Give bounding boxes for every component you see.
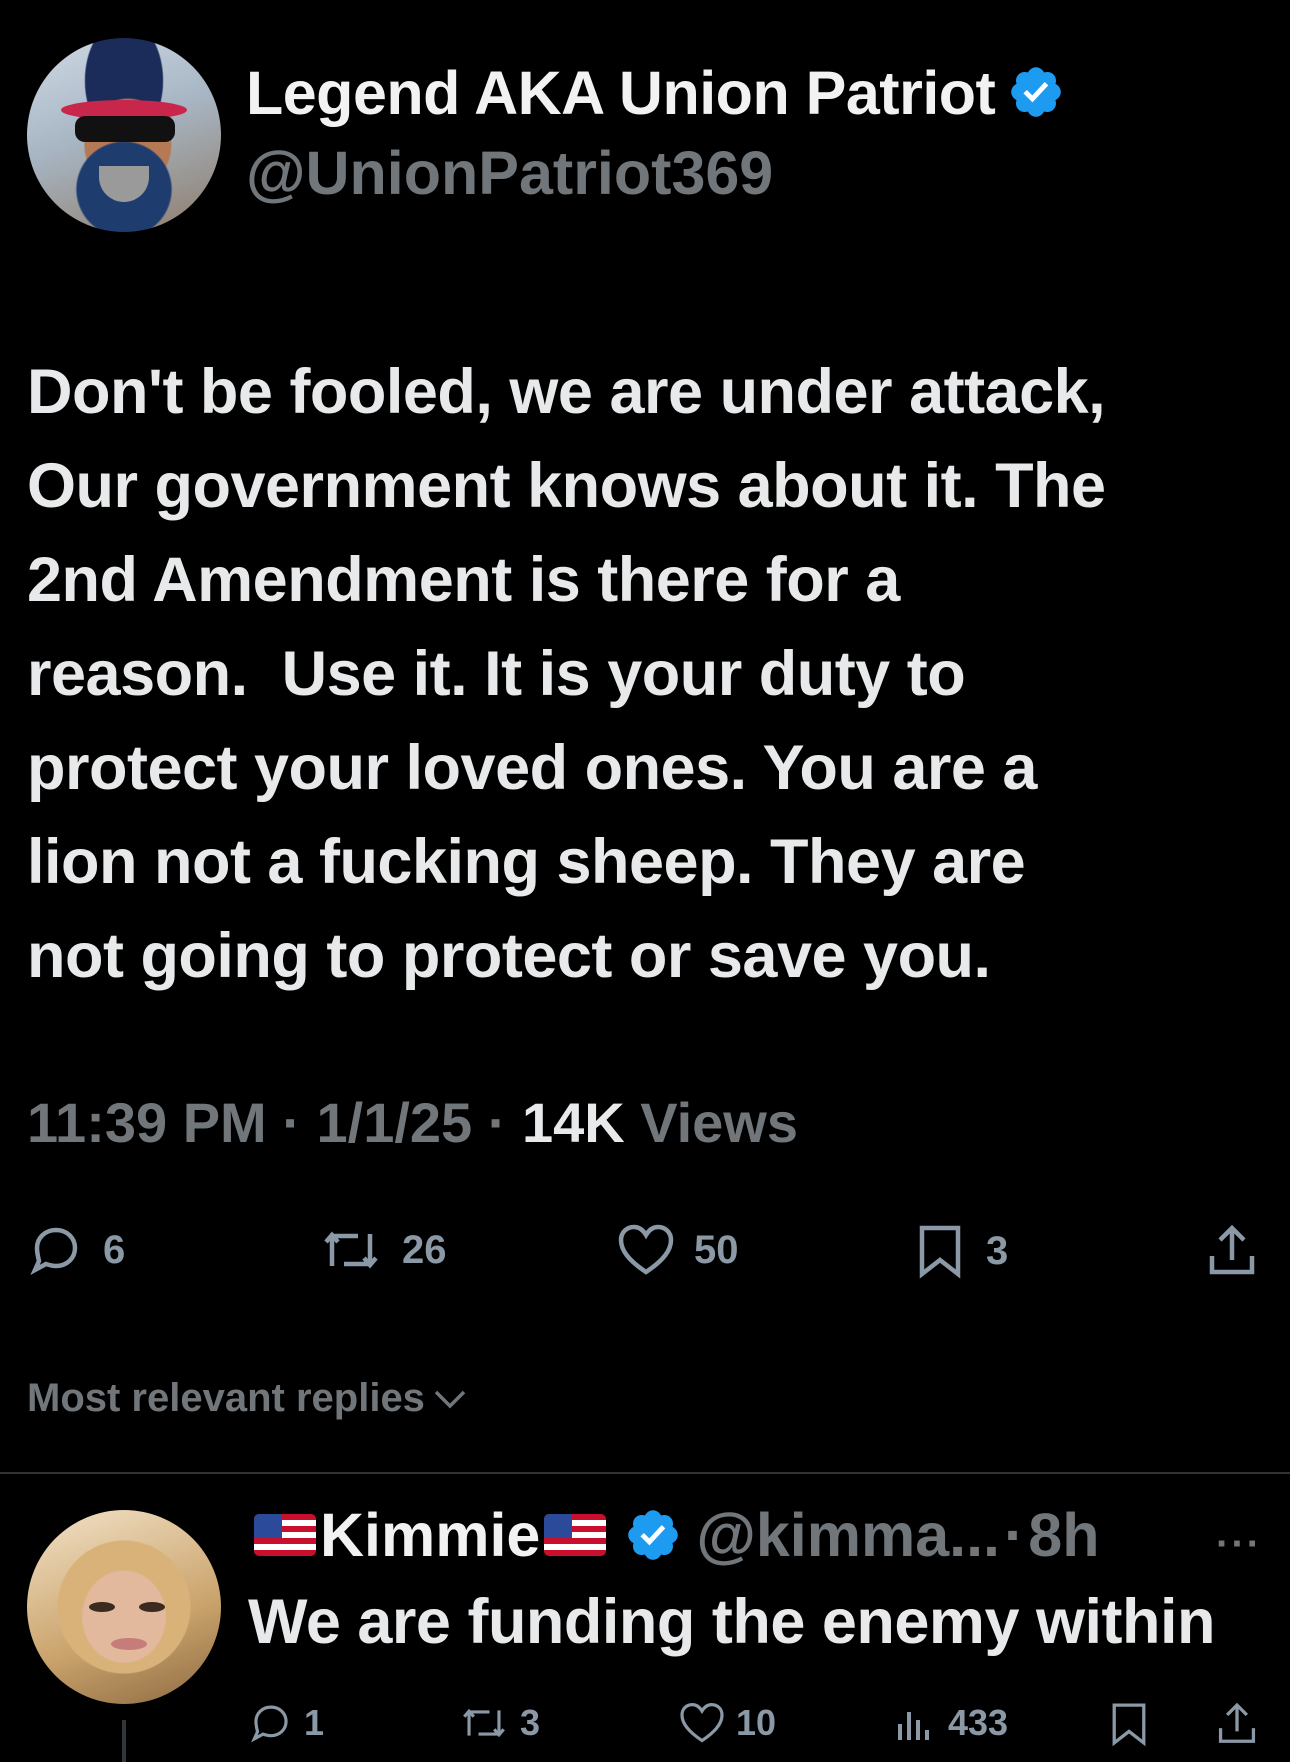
like-count: 50: [694, 1227, 739, 1272]
us-flag-icon: [254, 1514, 316, 1556]
views-count: 14K: [521, 1091, 625, 1154]
divider: [0, 1472, 1290, 1474]
reply-author-avatar[interactable]: [27, 1510, 221, 1704]
reply-text: We are funding the enemy within: [248, 1587, 1215, 1657]
tweet-text: Don't be fooled, we are under attack, Ou…: [27, 357, 1106, 991]
replies-sort-label: Most relevant replies: [27, 1376, 425, 1420]
bookmark-icon: [919, 1225, 961, 1279]
heart-icon: [680, 1702, 724, 1743]
reply-header: Kimmie @kimma... · 8h: [250, 1500, 1099, 1570]
reply-count: 6: [103, 1227, 126, 1272]
reply-share-button[interactable]: [1214, 1700, 1260, 1748]
share-button[interactable]: [1204, 1222, 1260, 1280]
reply-repost-count: 3: [520, 1702, 541, 1743]
tweet-time[interactable]: 11:39 PM: [27, 1091, 267, 1154]
replies-sort-dropdown[interactable]: Most relevant replies: [27, 1376, 469, 1421]
like-button[interactable]: 50: [616, 1222, 739, 1278]
share-icon: [1209, 1224, 1255, 1275]
reply-icon: [250, 1705, 288, 1743]
author-handle[interactable]: @UnionPatriot369: [246, 138, 773, 208]
reply-icon: [30, 1227, 78, 1276]
separator-dot: ·: [487, 1091, 522, 1154]
us-flag-icon: [544, 1514, 607, 1556]
author-avatar[interactable]: [27, 38, 221, 232]
more-options-icon[interactable]: ···: [1216, 1522, 1262, 1567]
reply-author-name[interactable]: Kimmie: [320, 1500, 540, 1570]
reply-like-button[interactable]: 10: [678, 1700, 776, 1746]
separator-dot: ·: [1003, 1501, 1025, 1569]
reply-time[interactable]: 8h: [1028, 1500, 1099, 1570]
repost-icon: [324, 1231, 378, 1269]
reply-like-count: 10: [736, 1702, 777, 1743]
verified-badge-icon: [628, 1510, 679, 1560]
reply-reply-button[interactable]: 1: [248, 1700, 324, 1746]
views-label: Views: [640, 1091, 799, 1154]
analytics-icon: [898, 1712, 929, 1740]
tweet-metadata: 11:39 PM · 1/1/25 · 14K Views: [27, 1090, 798, 1155]
reply-button[interactable]: 6: [27, 1222, 125, 1278]
reply-author-handle[interactable]: @kimma...: [696, 1500, 1000, 1570]
reply-bookmark-button[interactable]: [1106, 1700, 1152, 1748]
tweet-date[interactable]: 1/1/25: [316, 1091, 472, 1154]
author-display-name[interactable]: Legend AKA Union Patriot: [246, 58, 1065, 128]
reply-repost-button[interactable]: 3: [458, 1700, 540, 1746]
repost-button[interactable]: 26: [318, 1222, 447, 1278]
reply-reply-count: 1: [304, 1702, 325, 1743]
separator-dot: ·: [282, 1091, 317, 1154]
bookmark-button[interactable]: 3: [912, 1222, 1008, 1280]
thread-line: [122, 1720, 126, 1762]
reply-views-count: 433: [948, 1702, 1009, 1743]
repost-icon: [463, 1708, 505, 1738]
bookmark-count: 3: [986, 1228, 1009, 1273]
repost-count: 26: [402, 1227, 447, 1272]
chevron-down-icon: [434, 1390, 466, 1408]
heart-icon: [618, 1224, 674, 1275]
reply-views-button[interactable]: 433: [892, 1700, 1008, 1746]
bookmark-icon: [1112, 1703, 1146, 1747]
verified-badge-icon: [1011, 67, 1062, 117]
share-icon: [1218, 1702, 1256, 1743]
